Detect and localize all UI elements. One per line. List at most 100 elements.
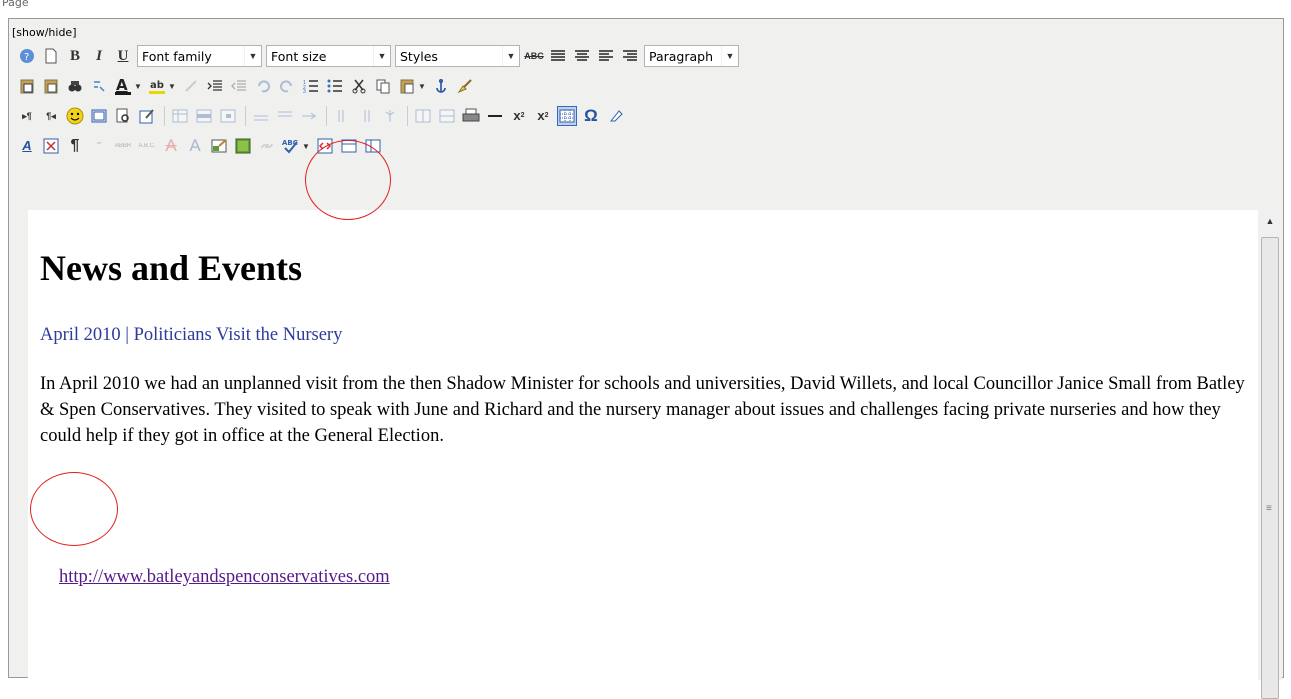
insert-image-icon[interactable]: [209, 136, 229, 156]
print-icon[interactable]: [461, 106, 481, 126]
scrollbar-grip-icon: ≡: [1266, 503, 1272, 514]
toolbar-separator: [245, 106, 246, 126]
style-props-icon[interactable]: A: [17, 136, 37, 156]
svg-text:▼: ▼: [134, 82, 142, 91]
highlight-color-icon[interactable]: ab ▼: [147, 76, 177, 96]
cleanup-icon[interactable]: [455, 76, 475, 96]
chevron-down-icon: ▼: [502, 46, 519, 66]
page-heading: News and Events: [40, 248, 303, 288]
styles-select[interactable]: Styles ▼: [395, 45, 520, 67]
annotation-circle-content: [30, 472, 118, 546]
annotation-circle-image-button: [305, 140, 391, 220]
redo-icon[interactable]: [277, 76, 297, 96]
insert-col-after-icon[interactable]: [356, 106, 376, 126]
align-left-icon[interactable]: [596, 46, 616, 66]
toolbar-row-1: ? B I U Font family ▼ Font size ▼ Styles ▼ …: [17, 43, 743, 69]
rtl-icon[interactable]: ¶◂: [41, 106, 61, 126]
toolbar-separator: [407, 106, 408, 126]
abbreviation-icon[interactable]: ABBR: [113, 136, 133, 156]
acronym-icon[interactable]: A.B.C.: [137, 136, 157, 156]
paste-text-icon[interactable]: [41, 76, 61, 96]
superscript-icon[interactable]: x2: [533, 106, 553, 126]
toolbar-row-3: ▸¶ ¶◂ x2 x2 Ω: [17, 103, 629, 129]
font-family-select[interactable]: Font family ▼: [137, 45, 262, 67]
external-link[interactable]: http://www.batleyandspenconservatives.co…: [59, 567, 390, 588]
split-cells-icon[interactable]: [413, 106, 433, 126]
merge-cells-icon[interactable]: [437, 106, 457, 126]
toolbar-separator: [326, 106, 327, 126]
spellcheck-icon[interactable]: ABC ▼: [281, 136, 311, 156]
align-center-icon[interactable]: [572, 46, 592, 66]
paste-word-icon[interactable]: [17, 76, 37, 96]
emoticon-icon[interactable]: [65, 106, 85, 126]
insert-col-before-icon[interactable]: [332, 106, 352, 126]
special-char-icon[interactable]: Ω: [581, 106, 601, 126]
editor-toolbar: ? B I U Font family ▼ Font size ▼ Styles ▼ …: [9, 41, 1283, 207]
insert-row-after-icon[interactable]: [275, 106, 295, 126]
vertical-scrollbar[interactable]: ▲ ≡: [1258, 210, 1282, 699]
chevron-down-icon: ▼: [721, 46, 738, 66]
outdent-icon[interactable]: [229, 76, 249, 96]
show-blocks-icon[interactable]: ¶: [65, 136, 85, 156]
svg-text:3: 3: [303, 89, 306, 93]
show-hide-toggle[interactable]: [show/hide]: [12, 26, 77, 39]
scrollbar-thumb[interactable]: ≡: [1261, 237, 1279, 699]
scroll-up-arrow-icon[interactable]: ▲: [1258, 210, 1282, 232]
article-subheading: April 2010 | Politicians Visit the Nurse…: [40, 325, 343, 345]
remove-format-icon[interactable]: [605, 106, 625, 126]
editor-content-area[interactable]: News and Events April 2010 | Politicians…: [28, 210, 1258, 680]
styles-value: Styles: [400, 48, 438, 64]
numbered-list-icon[interactable]: 123: [301, 76, 321, 96]
page-label: Page: [2, 0, 29, 9]
indent-icon[interactable]: [205, 76, 225, 96]
paragraph-format-select[interactable]: Paragraph ▼: [644, 45, 739, 67]
bullet-list-icon[interactable]: [325, 76, 345, 96]
ltr-icon[interactable]: ▸¶: [17, 106, 37, 126]
insertion-icon[interactable]: A: [185, 136, 205, 156]
deletion-icon[interactable]: A: [161, 136, 181, 156]
toolbar-row-2: A ▼ ab ▼ 123 ▼: [17, 73, 479, 99]
insert-table-icon[interactable]: [170, 106, 190, 126]
justify-full-icon[interactable]: [548, 46, 568, 66]
font-family-value: Font family: [142, 48, 212, 64]
find-icon[interactable]: [65, 76, 85, 96]
image-icon[interactable]: [233, 136, 253, 156]
row-props-icon[interactable]: [194, 106, 214, 126]
cut-icon[interactable]: [349, 76, 369, 96]
svg-text:A: A: [116, 77, 128, 94]
paste-icon[interactable]: ▼: [397, 76, 427, 96]
delete-row-icon[interactable]: [299, 106, 319, 126]
insert-row-before-icon[interactable]: [251, 106, 271, 126]
cite-icon[interactable]: “”: [89, 136, 109, 156]
visual-aid-icon[interactable]: [557, 106, 577, 126]
bold-button[interactable]: B: [65, 46, 85, 66]
font-size-select[interactable]: Font size ▼: [266, 45, 391, 67]
rich-text-editor: [show/hide] ? B I U Font family ▼ Font si…: [8, 18, 1284, 699]
italic-button[interactable]: I: [89, 46, 109, 66]
font-size-value: Font size: [271, 48, 327, 64]
paragraph-format-value: Paragraph: [649, 48, 714, 64]
underline-button[interactable]: U: [113, 46, 133, 66]
help-icon[interactable]: ?: [17, 46, 37, 66]
align-right-icon[interactable]: [620, 46, 640, 66]
anchor-icon[interactable]: [431, 76, 451, 96]
horizontal-rule-icon[interactable]: [485, 106, 505, 126]
insert-layer-icon[interactable]: [41, 136, 61, 156]
edit-css-icon[interactable]: [137, 106, 157, 126]
new-document-icon[interactable]: [41, 46, 61, 66]
svg-text:▼: ▼: [302, 142, 310, 151]
replace-icon[interactable]: [89, 76, 109, 96]
cell-props-icon[interactable]: [218, 106, 238, 126]
font-color-icon[interactable]: A ▼: [113, 76, 143, 96]
svg-text:ab: ab: [150, 80, 164, 91]
copy-icon[interactable]: [373, 76, 393, 96]
template-icon[interactable]: [89, 106, 109, 126]
strikethrough-icon[interactable]: ABC: [524, 46, 544, 66]
subscript-icon[interactable]: x2: [509, 106, 529, 126]
undo-icon[interactable]: [253, 76, 273, 96]
preview-icon[interactable]: [113, 106, 133, 126]
chevron-down-icon: ▼: [373, 46, 390, 66]
unlink-icon[interactable]: [181, 76, 201, 96]
delete-col-icon[interactable]: [380, 106, 400, 126]
link-icon[interactable]: [257, 136, 277, 156]
